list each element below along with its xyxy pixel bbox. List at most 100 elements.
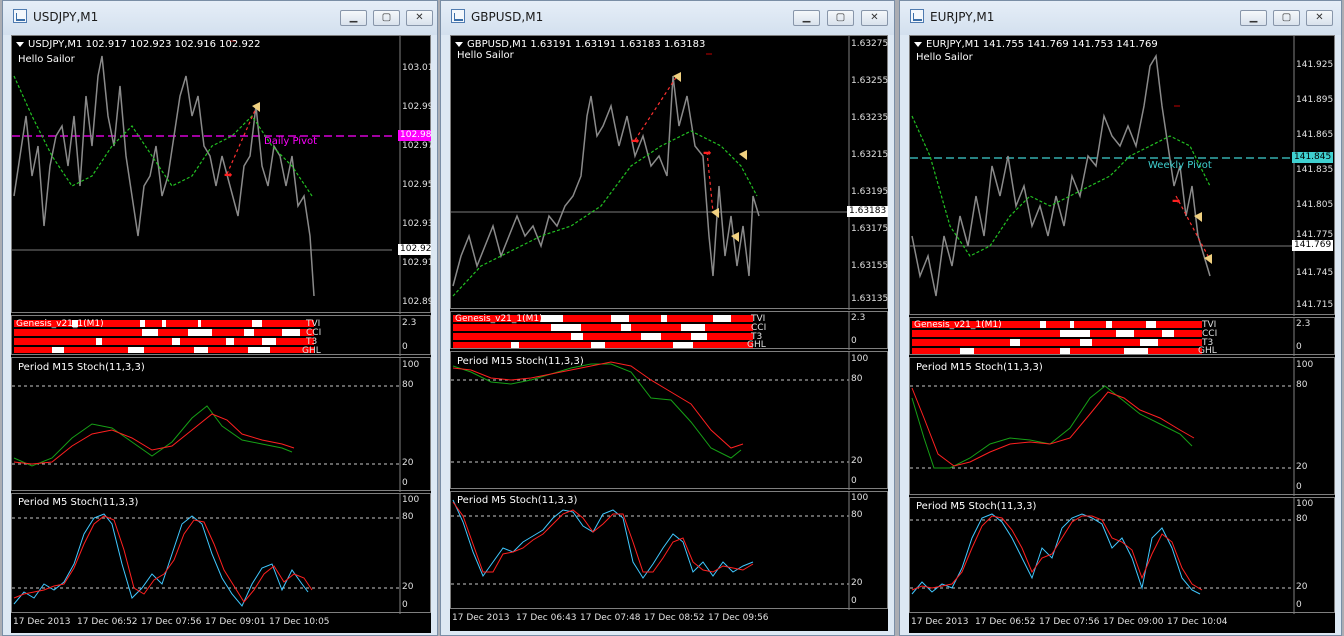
chart-area[interactable]: ➡ USDJPY,M1 102.917 102.923 102.916 102.… xyxy=(11,35,431,633)
stoch-m15-title: Period M15 Stoch(11,3,3) xyxy=(916,362,1043,373)
genesis-pane[interactable]: Genesis_v21_1(M1) TVI CCI T3 GHL 2.3 0 xyxy=(11,315,431,356)
time-axis-label: 17 Dec 10:05 xyxy=(269,617,330,627)
time-axis-label: 17 Dec 07:48 xyxy=(580,613,641,623)
time-axis-label: 17 Dec 2013 xyxy=(911,617,969,627)
price-pane[interactable]: ➡ USDJPY,M1 102.917 102.923 102.916 102.… xyxy=(11,35,431,314)
minimize-button[interactable]: ▁ xyxy=(340,10,367,26)
svg-text:➡: ➡ xyxy=(703,148,712,159)
chart-window-gbpusd[interactable]: GBPUSD,M1 ▁ ▢ ✕ ➡ ➡ GBPUSD,M1 1.63191 1.… xyxy=(440,0,895,636)
genesis-scale-label: 0 xyxy=(851,336,857,346)
dropdown-icon xyxy=(16,41,24,47)
price-scale-label: 1.63195 xyxy=(851,187,888,197)
stoch-scale-label: 20 xyxy=(402,582,414,592)
genesis-scale-label: 0 xyxy=(1296,342,1302,352)
pivot-price-tag: 141.845 xyxy=(1292,152,1334,163)
current-price-tag: 102.922 xyxy=(398,244,431,255)
stoch-scale-label: 80 xyxy=(402,512,414,522)
close-button[interactable]: ✕ xyxy=(861,10,888,26)
genesis-title: Genesis_v21_1(M1) xyxy=(455,314,543,324)
price-scale-label: 102.895 xyxy=(402,297,431,307)
stoch-m15-title: Period M15 Stoch(11,3,3) xyxy=(18,362,145,373)
price-scale-label: 141.775 xyxy=(1296,230,1334,240)
genesis-row-label: GHL xyxy=(747,340,766,350)
chart-header: GBPUSD,M1 1.63191 1.63191 1.63183 1.6318… xyxy=(455,39,705,50)
window-title: GBPUSD,M1 xyxy=(471,10,544,24)
stoch-m15-pane[interactable]: Period M15 Stoch(11,3,3) 100 80 20 0 xyxy=(11,357,431,492)
time-axis-label: 17 Dec 06:52 xyxy=(975,617,1036,627)
stoch-scale-label: 20 xyxy=(1296,582,1308,592)
chart-area[interactable]: ➡ ➡ GBPUSD,M1 1.63191 1.63191 1.63183 1.… xyxy=(450,35,888,631)
close-button[interactable]: ✕ xyxy=(1306,10,1333,26)
stoch-scale-label: 80 xyxy=(851,374,863,384)
minimize-button[interactable]: ▁ xyxy=(1240,10,1267,26)
stoch-m15-title: Period M15 Stoch(11,3,3) xyxy=(457,356,584,367)
price-pane[interactable]: ➡ EURJPY,M1 141.755 141.769 141.753 141.… xyxy=(909,35,1335,316)
stoch-scale-label: 0 xyxy=(1296,600,1302,610)
pivot-price-tag: 102.980 xyxy=(398,130,431,141)
price-scale-label: 141.715 xyxy=(1296,300,1334,310)
minimize-button[interactable]: ▁ xyxy=(793,10,820,26)
chart-header: EURJPY,M1 141.755 141.769 141.753 141.76… xyxy=(914,39,1158,50)
stoch-scale-label: 80 xyxy=(851,510,863,520)
stoch-scale-label: 100 xyxy=(1296,499,1314,509)
hello-label: Hello Sailor xyxy=(916,52,973,63)
stoch-scale-label: 80 xyxy=(402,380,414,390)
stoch-m15-pane[interactable]: Period M15 Stoch(11,3,3) 100 80 20 0 xyxy=(909,357,1335,496)
dropdown-icon xyxy=(455,41,463,47)
price-scale-label: 1.63275 xyxy=(851,39,888,49)
stoch-m5-pane[interactable]: Period M5 Stoch(11,3,3) 100 80 20 0 xyxy=(11,493,431,614)
chart-window-usdjpy[interactable]: USDJPY,M1 ▁ ▢ ✕ ➡ USDJPY,M1 102.917 102.… xyxy=(2,0,438,636)
time-axis-label: 17 Dec 2013 xyxy=(452,613,510,623)
dropdown-icon xyxy=(914,41,922,47)
stoch-m5-title: Period M5 Stoch(11,3,3) xyxy=(457,495,578,506)
price-scale-label: 1.63215 xyxy=(851,150,888,160)
window-titlebar[interactable]: GBPUSD,M1 ▁ ▢ ✕ xyxy=(441,1,894,35)
price-pane[interactable]: ➡ ➡ GBPUSD,M1 1.63191 1.63191 1.63183 1.… xyxy=(450,35,888,310)
stoch-m5-title: Period M5 Stoch(11,3,3) xyxy=(916,501,1037,512)
window-title: EURJPY,M1 xyxy=(930,10,995,24)
genesis-pane[interactable]: Genesis_v21_1(M1) TVI CCI T3 GHL 2.3 0 xyxy=(450,311,888,350)
stoch-scale-label: 0 xyxy=(851,476,857,486)
genesis-pane[interactable]: Genesis_v21_1(M1) TVI CCI T3 GHL 2.3 0 xyxy=(909,317,1335,356)
hello-label: Hello Sailor xyxy=(18,54,75,65)
time-axis-label: 17 Dec 06:52 xyxy=(77,617,138,627)
chart-area[interactable]: ➡ EURJPY,M1 141.755 141.769 141.753 141.… xyxy=(909,35,1335,633)
price-scale-label: 1.63135 xyxy=(851,294,888,304)
stoch-m5-pane[interactable]: Period M5 Stoch(11,3,3) 100 80 20 0 xyxy=(909,497,1335,614)
stoch-scale-label: 20 xyxy=(851,578,863,588)
stoch-scale-label: 0 xyxy=(1296,482,1302,492)
price-scale-label: 102.995 xyxy=(402,102,431,112)
stoch-scale-label: 80 xyxy=(1296,514,1308,524)
price-scale-label: 141.895 xyxy=(1296,95,1334,105)
maximize-button[interactable]: ▢ xyxy=(827,10,854,26)
stoch-scale-label: 0 xyxy=(402,600,408,610)
price-scale-label: 102.915 xyxy=(402,258,431,268)
chart-window-eurjpy[interactable]: EURJPY,M1 ▁ ▢ ✕ ➡ EURJPY,M1 141.755 141.… xyxy=(899,0,1342,636)
stoch-m15-pane[interactable]: Period M15 Stoch(11,3,3) 100 80 20 0 xyxy=(450,351,888,490)
stoch-m5-title: Period M5 Stoch(11,3,3) xyxy=(18,497,139,508)
chart-window-icon xyxy=(13,9,27,23)
price-scale-label: 103.015 xyxy=(402,63,431,73)
genesis-title: Genesis_v21_1(M1) xyxy=(914,320,1002,330)
window-titlebar[interactable]: EURJPY,M1 ▁ ▢ ✕ xyxy=(900,1,1341,35)
close-button[interactable]: ✕ xyxy=(406,10,433,26)
window-titlebar[interactable]: USDJPY,M1 ▁ ▢ ✕ xyxy=(3,1,437,35)
maximize-button[interactable]: ▢ xyxy=(1273,10,1300,26)
time-axis-label: 17 Dec 2013 xyxy=(13,617,71,627)
genesis-scale-label: 2.3 xyxy=(402,318,417,328)
stoch-m5-pane[interactable]: Period M5 Stoch(11,3,3) 100 80 20 0 xyxy=(450,491,888,610)
price-scale-label: 102.955 xyxy=(402,180,431,190)
price-scale-label: 1.63235 xyxy=(851,113,888,123)
stoch-scale-label: 100 xyxy=(402,360,420,370)
time-axis-label: 17 Dec 10:04 xyxy=(1167,617,1228,627)
chart-window-icon xyxy=(910,9,924,23)
genesis-title: Genesis_v21_1(M1) xyxy=(16,319,104,329)
maximize-button[interactable]: ▢ xyxy=(373,10,400,26)
genesis-scale-label: 2.3 xyxy=(851,313,866,323)
genesis-row-label: GHL xyxy=(302,346,321,356)
pivot-label: Daily Pivot xyxy=(264,136,318,147)
stoch-scale-label: 100 xyxy=(851,354,869,364)
time-axis-label: 17 Dec 07:56 xyxy=(1039,617,1100,627)
stoch-scale-label: 100 xyxy=(851,493,869,503)
stoch-scale-label: 20 xyxy=(1296,462,1308,472)
